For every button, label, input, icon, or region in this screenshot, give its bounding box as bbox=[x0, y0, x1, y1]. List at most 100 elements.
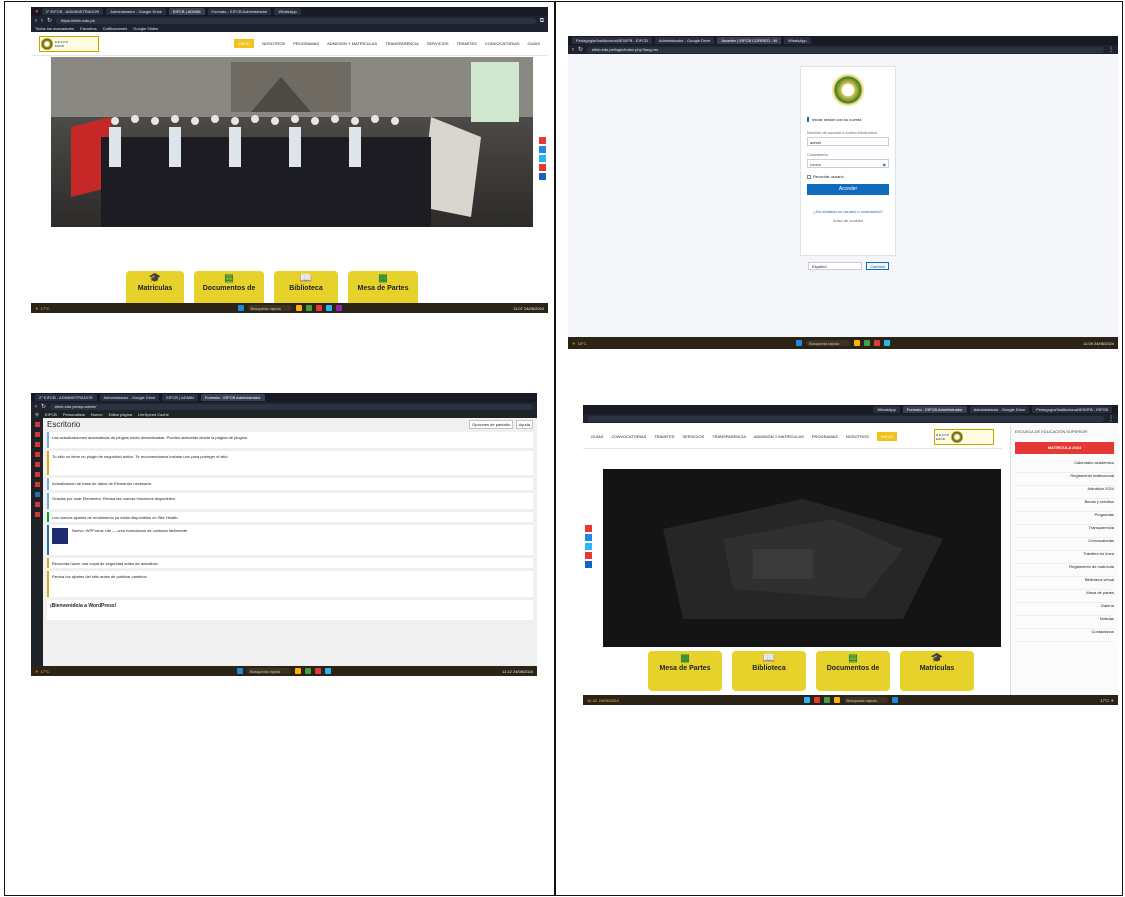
card-matriculas[interactable]: 🎓 Matrículas bbox=[900, 651, 974, 691]
taskbar-search[interactable]: Búsqueda rápida bbox=[247, 668, 291, 674]
tab[interactable]: Administrador - Google Drive bbox=[969, 406, 1030, 413]
screen-options-button[interactable]: Opciones de pantalla bbox=[469, 420, 513, 429]
tab-active[interactable]: EIFCB | ADMIN bbox=[168, 8, 205, 15]
app-icon[interactable] bbox=[854, 340, 860, 346]
card-biblioteca[interactable]: 📖 Biblioteca bbox=[732, 651, 806, 691]
twitter-icon[interactable] bbox=[539, 155, 546, 162]
nav-item[interactable]: CONVOCATORIAS bbox=[485, 41, 520, 46]
reload-icon[interactable]: ↻ bbox=[41, 404, 46, 410]
media-icon[interactable] bbox=[34, 442, 40, 447]
nav-item[interactable]: TRÁMITES bbox=[457, 41, 477, 46]
app-icon[interactable] bbox=[864, 340, 870, 346]
card-mesa-partes[interactable]: ▦ Mesa de Partes bbox=[648, 651, 722, 691]
adminbar-item[interactable]: Nuevo bbox=[91, 412, 103, 417]
twitter-icon[interactable] bbox=[585, 543, 592, 550]
remember-checkbox[interactable] bbox=[807, 174, 811, 179]
youtube-icon[interactable] bbox=[539, 164, 546, 171]
app-icon[interactable] bbox=[295, 305, 302, 311]
linkedin-icon[interactable] bbox=[585, 561, 592, 568]
eye-icon[interactable]: ◉ bbox=[883, 162, 887, 167]
linkedin-icon[interactable] bbox=[539, 173, 546, 180]
list-item[interactable]: Contáctanos bbox=[1015, 629, 1114, 642]
list-item[interactable]: Mesa de partes bbox=[1015, 590, 1114, 603]
reload-icon[interactable]: ↻ bbox=[578, 47, 583, 53]
plugins-icon[interactable] bbox=[34, 482, 40, 487]
list-item[interactable]: Noticias bbox=[1015, 616, 1114, 629]
app-icon[interactable] bbox=[325, 668, 331, 674]
tab[interactable]: Formato - EIFCB Administrador bbox=[207, 8, 272, 15]
app-icon[interactable] bbox=[295, 668, 301, 674]
matricula-button[interactable]: MATRICULA 2024 bbox=[1015, 442, 1114, 454]
back-icon[interactable]: ‹ bbox=[35, 18, 37, 24]
taskbar-search[interactable]: Búsqueda rápida bbox=[247, 305, 292, 311]
cookies-link[interactable]: Aviso de cookies bbox=[807, 218, 889, 223]
bookmark[interactable]: Google Slides bbox=[133, 26, 158, 31]
nav-item[interactable]: NOSOTROS bbox=[846, 434, 869, 439]
card-documentos[interactable]: ▤ Documentos de bbox=[816, 651, 890, 691]
list-item[interactable]: Reglamento de matrícula bbox=[1015, 564, 1114, 577]
extensions-icon[interactable]: ⧉ bbox=[540, 18, 544, 24]
tab[interactable]: WhatsApp bbox=[274, 8, 301, 15]
site-logo[interactable]: E.E.S.P.P. EIFCB bbox=[39, 35, 99, 52]
comments-icon[interactable] bbox=[34, 462, 40, 467]
adminbar-item[interactable]: Personalizar bbox=[63, 412, 85, 417]
tab[interactable]: WhatsApp bbox=[873, 406, 900, 413]
app-icon[interactable] bbox=[315, 668, 321, 674]
help-button[interactable]: Ayuda bbox=[515, 420, 533, 429]
nav-item-home[interactable]: INICIO bbox=[233, 39, 255, 48]
posts-icon[interactable] bbox=[34, 432, 40, 437]
back-icon[interactable]: ‹ bbox=[572, 47, 574, 53]
address-bar[interactable]: https://eifcb.edu.pe bbox=[56, 17, 536, 24]
card-mesa-partes[interactable]: ▦ Mesa de Partes bbox=[348, 271, 418, 307]
password-input[interactable]: •••••••• ◉ bbox=[807, 159, 889, 168]
tab[interactable]: Administrador - Google Drive bbox=[99, 394, 160, 401]
tab-active[interactable]: Formato - EIFCB Administrador bbox=[902, 406, 967, 413]
nav-item[interactable]: TRANSPARENCIA bbox=[712, 434, 746, 439]
nav-item[interactable]: PROGRAMAS bbox=[812, 434, 838, 439]
app-icon[interactable] bbox=[874, 340, 880, 346]
address-bar[interactable]: eifcb.edu.pe/login/index.php?lang=es bbox=[587, 46, 1104, 53]
app-icon[interactable] bbox=[833, 697, 840, 703]
app-icon[interactable] bbox=[335, 305, 342, 311]
language-change-button[interactable]: Cambiar bbox=[866, 262, 890, 270]
nav-item[interactable]: ADMISIÓN Y MATRÍCULAS bbox=[754, 434, 804, 439]
app-icon[interactable] bbox=[305, 305, 312, 311]
adminbar-item[interactable]: LiteSpeed Cache bbox=[138, 412, 169, 417]
tab[interactable]: EIFCB | ADMIN bbox=[162, 394, 198, 401]
reload-icon[interactable]: ↻ bbox=[47, 18, 52, 24]
nav-item[interactable]: TRÁMITES bbox=[654, 434, 674, 439]
social-icon[interactable] bbox=[539, 137, 546, 144]
dashboard-icon[interactable] bbox=[34, 422, 40, 427]
app-icon[interactable] bbox=[803, 697, 810, 703]
youtube-icon[interactable] bbox=[585, 552, 592, 559]
tab-active[interactable]: Acceder | EIFCB CORREO - W bbox=[717, 37, 782, 44]
card-matriculas[interactable]: 🎓 Matrículas bbox=[126, 271, 184, 307]
tab[interactable]: Administrador - Google Drive bbox=[106, 8, 166, 15]
windows-start-icon[interactable] bbox=[237, 668, 243, 674]
language-select[interactable]: Español bbox=[808, 262, 862, 270]
tools-icon[interactable] bbox=[34, 502, 40, 507]
list-item[interactable]: Calendario académico bbox=[1015, 460, 1114, 473]
list-item[interactable]: Transparencia bbox=[1015, 525, 1114, 538]
nav-item[interactable]: SERVICIOS bbox=[427, 41, 449, 46]
nav-item[interactable]: GUÍAS bbox=[591, 434, 603, 439]
nav-item[interactable]: CONVOCATORIAS bbox=[611, 434, 646, 439]
pages-icon[interactable] bbox=[34, 452, 40, 457]
app-icon[interactable] bbox=[325, 305, 332, 311]
tab[interactable]: 2° EIFCB - ADMINISTRADOR bbox=[35, 394, 97, 401]
wp-logo-icon[interactable]: Ⓦ bbox=[35, 412, 39, 418]
list-item[interactable]: Biblioteca virtual bbox=[1015, 577, 1114, 590]
back-icon[interactable]: ‹ bbox=[35, 404, 37, 410]
menu-icon[interactable]: ⋮ bbox=[1108, 47, 1114, 53]
list-item[interactable]: Trámites en línea bbox=[1015, 551, 1114, 564]
taskbar-search[interactable]: Búsqueda rápida bbox=[843, 697, 888, 703]
appearance-icon[interactable] bbox=[34, 472, 40, 477]
menu-icon[interactable]: ⋮ bbox=[1108, 416, 1114, 422]
nav-item[interactable]: PROGRAMAS bbox=[293, 41, 319, 46]
list-item[interactable]: Convocatorias bbox=[1015, 538, 1114, 551]
list-item[interactable]: Programas bbox=[1015, 512, 1114, 525]
app-icon[interactable] bbox=[315, 305, 322, 311]
app-icon[interactable] bbox=[884, 340, 890, 346]
nav-item[interactable]: GUÍAS bbox=[528, 41, 540, 46]
tab[interactable]: Pedagogía/Institucional/IES/IFB - EIFCB bbox=[572, 37, 652, 44]
